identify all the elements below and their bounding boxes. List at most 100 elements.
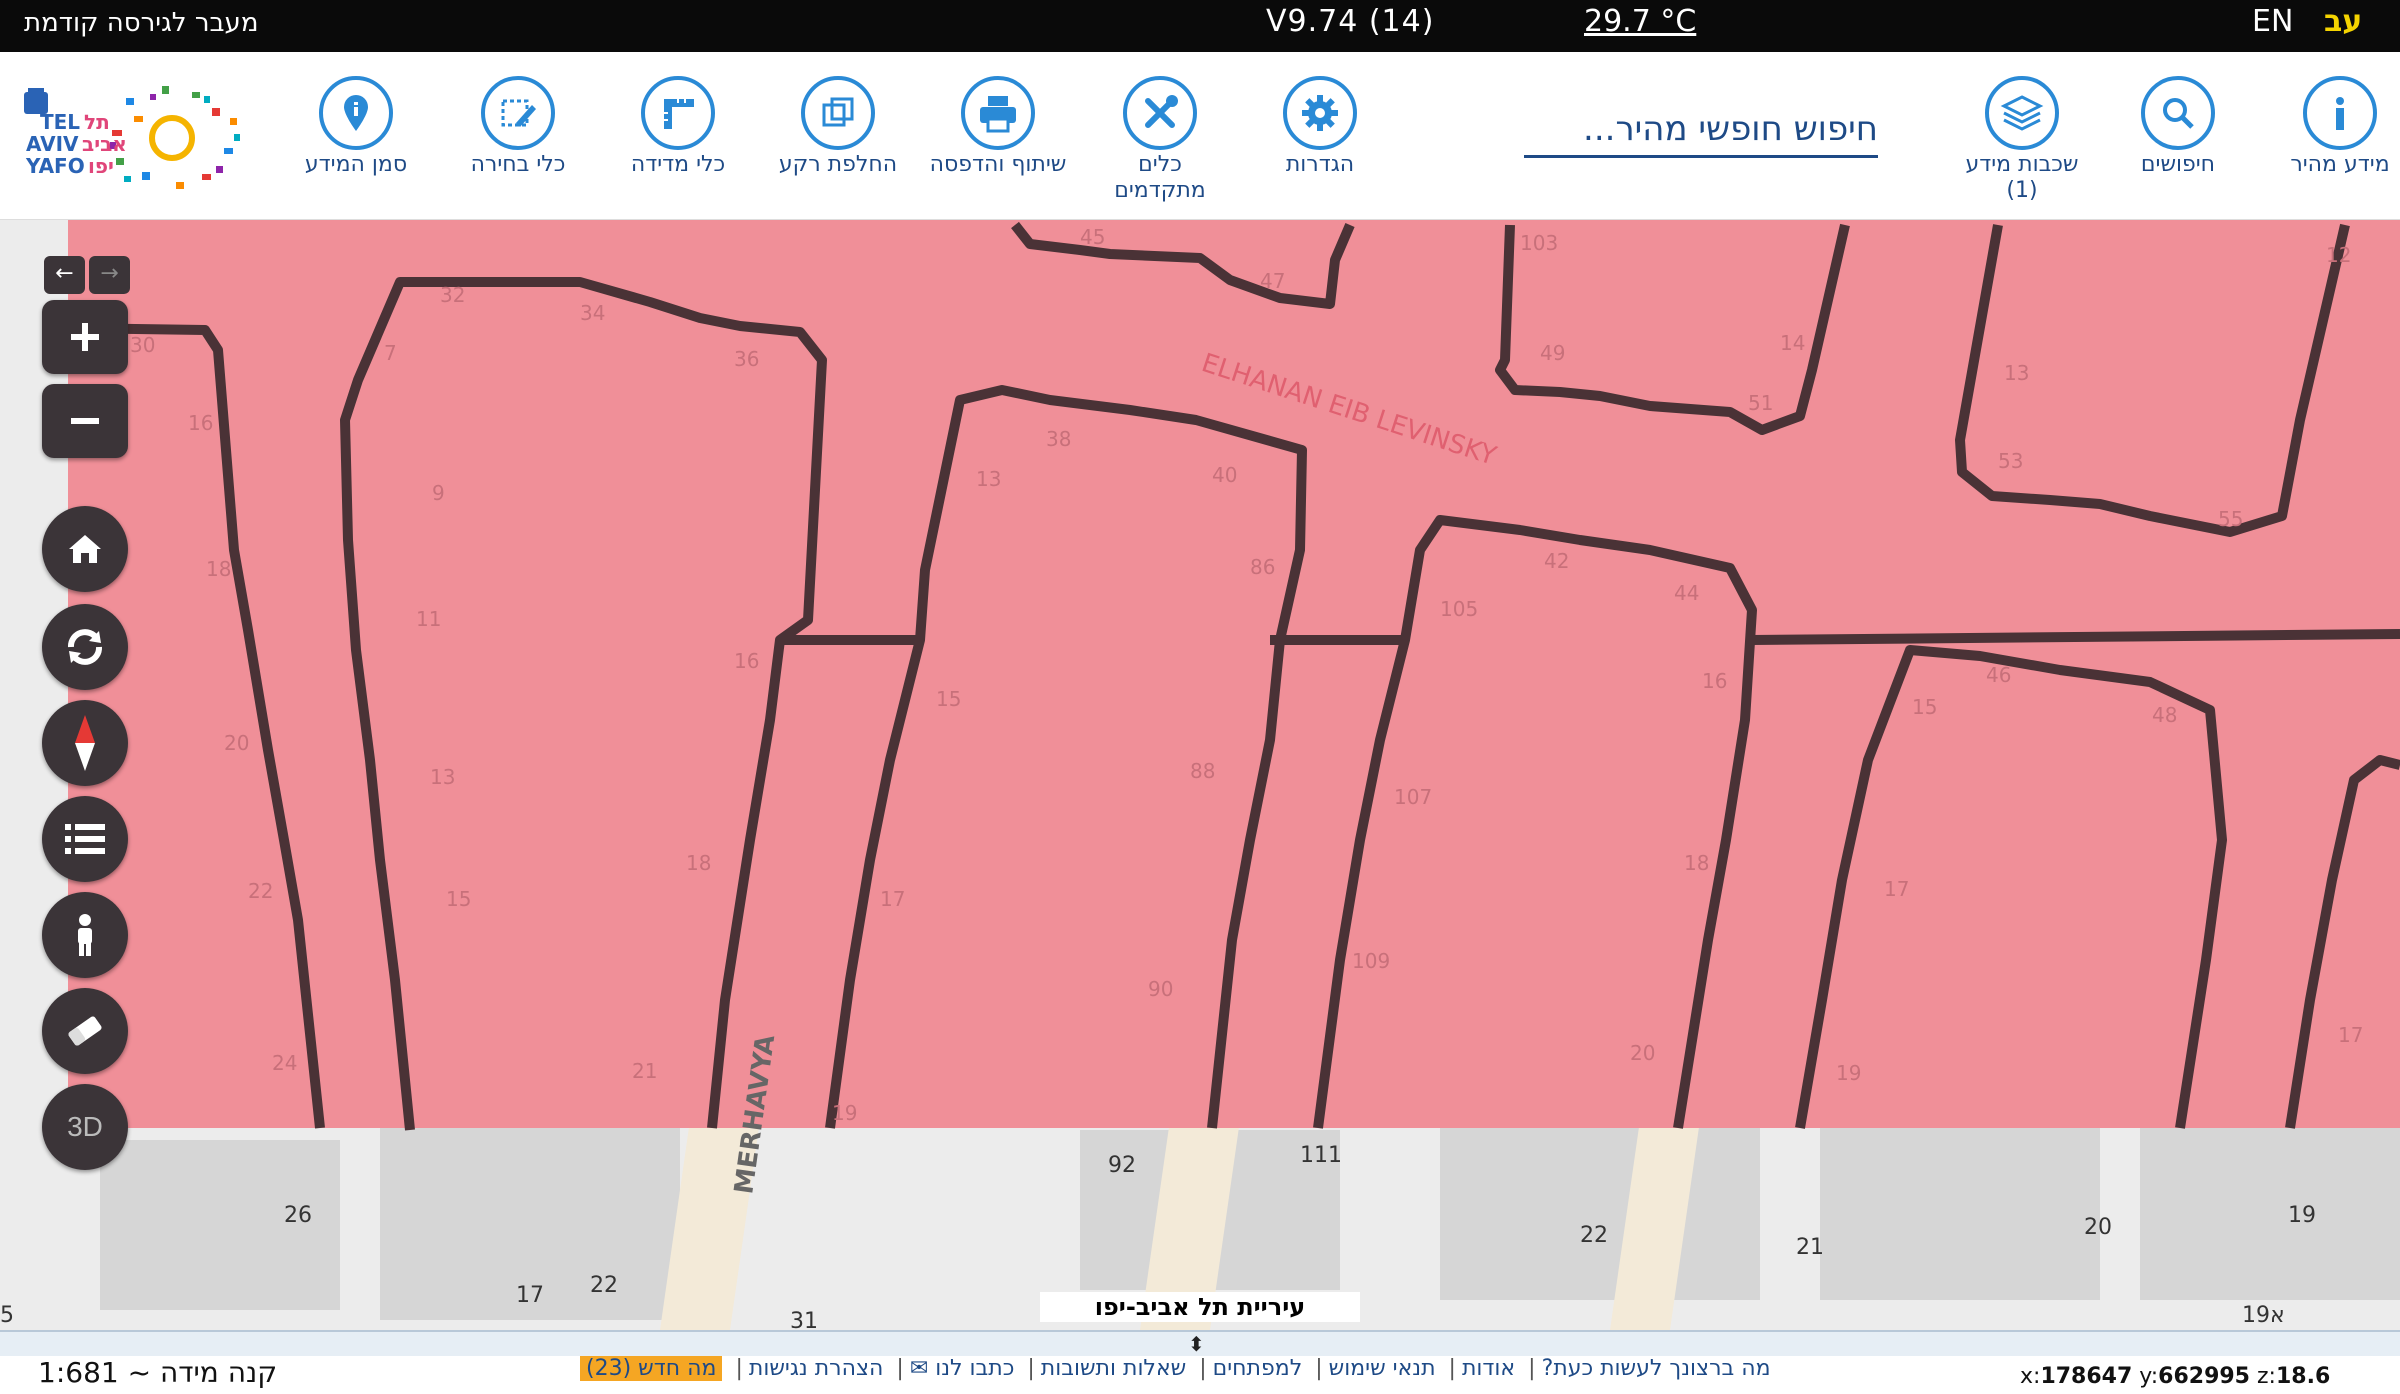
- parcel-number: 38: [1046, 427, 1071, 451]
- footer-separator: |: [735, 1356, 743, 1381]
- parcel-number: 107: [1394, 785, 1432, 809]
- language-en-link[interactable]: EN: [2252, 4, 2293, 39]
- quick-search-input[interactable]: [1524, 104, 1878, 154]
- footer-link-contact[interactable]: כתבו לנו ✉: [910, 1356, 1015, 1381]
- footer-separator: |: [1528, 1356, 1536, 1381]
- basemap-icon: [801, 76, 875, 150]
- search-icon: [2141, 76, 2215, 150]
- parcel-number: 40: [1212, 463, 1237, 487]
- footer-separator: |: [1448, 1356, 1456, 1381]
- parcel-number: 12: [2326, 243, 2351, 267]
- coord-z-label: z:: [2257, 1364, 2276, 1389]
- parcel-number: 44: [1674, 581, 1699, 605]
- parcel-number: 20: [224, 731, 249, 755]
- zoom-out-button[interactable]: [42, 384, 128, 458]
- whats-new-badge[interactable]: מה חדש (23): [580, 1356, 723, 1381]
- refresh-icon: [68, 629, 102, 665]
- parcel-number: 15: [1912, 695, 1937, 719]
- base-number: א19: [2242, 1303, 2285, 1328]
- zoom-out-icon: [71, 418, 99, 424]
- logo-text-aviv-he: אביב: [82, 132, 127, 156]
- info-icon: [2303, 76, 2377, 150]
- logo-text-tel-he: תל: [84, 110, 110, 134]
- parcel-number: 13: [2004, 361, 2029, 385]
- footer-link-about[interactable]: אודות: [1462, 1356, 1515, 1381]
- parcel-number: 55: [2218, 507, 2243, 531]
- logo-text-tel: TEL: [40, 110, 81, 134]
- parcel-number: 14: [1780, 331, 1805, 355]
- parcel-number: 105: [1440, 597, 1478, 621]
- parcel-number: 47: [1260, 269, 1285, 293]
- parcel-number: 13: [430, 765, 455, 789]
- settings-label: הגדרות: [1285, 152, 1355, 177]
- basemap-button[interactable]: החלפת רקע: [768, 76, 908, 178]
- tel-aviv-logo[interactable]: TEL תל AVIV אביב YAFO יפו: [22, 78, 250, 196]
- footer-link-accessibility[interactable]: הצהרת נגישות: [749, 1356, 884, 1381]
- zoom-in-button[interactable]: [42, 300, 128, 374]
- footer-link-terms[interactable]: תנאי שימוש: [1329, 1356, 1436, 1381]
- searches-button[interactable]: חיפושים: [2108, 76, 2248, 178]
- coord-x-value: 178647: [2040, 1364, 2133, 1389]
- coord-z-value: 18.6: [2275, 1364, 2331, 1389]
- list-icon: [65, 824, 105, 854]
- footer-separator: |: [1199, 1356, 1207, 1381]
- share-print-button[interactable]: שיתוף והדפסה: [928, 76, 1068, 178]
- previous-version-link[interactable]: מעבר לגירסה קודמת: [24, 8, 258, 38]
- parcel-number: 24: [272, 1051, 297, 1075]
- street-view-icon: [78, 914, 92, 956]
- footer-link-developers[interactable]: למפתחים: [1213, 1356, 1303, 1381]
- eraser-button[interactable]: [42, 988, 128, 1074]
- footer-link-faq[interactable]: שאלות ותשובות: [1041, 1356, 1186, 1381]
- parcel-number: 15: [446, 887, 471, 911]
- quick-search-field[interactable]: [1524, 104, 1878, 158]
- coord-y-label: y:: [2139, 1364, 2159, 1389]
- forward-arrow-icon[interactable]: →: [89, 256, 130, 294]
- street-view-button[interactable]: [42, 892, 128, 978]
- parcel-number: 17: [880, 887, 905, 911]
- back-arrow-icon[interactable]: ←: [44, 256, 85, 294]
- language-he-link[interactable]: עב: [2324, 4, 2362, 39]
- base-number: 19: [2288, 1203, 2316, 1228]
- temperature-link[interactable]: 29.7 °C: [1584, 4, 1696, 39]
- parcel-number: 90: [1148, 977, 1173, 1001]
- extent-nav-arrows: ← →: [44, 256, 130, 294]
- settings-button[interactable]: הגדרות: [1250, 76, 1390, 178]
- base-number: 111: [1300, 1143, 1342, 1168]
- parcel-number: 18: [206, 557, 231, 581]
- parcel-number: 13: [976, 467, 1001, 491]
- parcel-number: 22: [248, 879, 273, 903]
- 3d-label: 3D: [67, 1111, 103, 1142]
- quick-info-button[interactable]: מידע מהיר: [2270, 76, 2400, 178]
- map-svg: ELHANAN EIB LEVINSKY MERHAVYA 45 47 103 …: [0, 220, 2400, 1330]
- footer-separator: |: [1315, 1356, 1323, 1381]
- parcel-number: 48: [2152, 703, 2177, 727]
- parcel-number: 7: [384, 341, 397, 365]
- base-number: 31: [790, 1309, 818, 1330]
- bottom-bar: קנה מידה ~ 1:681 מה ברצונך לעשות כעת?| א…: [0, 1356, 2400, 1394]
- parcel-number: 16: [188, 411, 213, 435]
- refresh-button[interactable]: [42, 604, 128, 690]
- advanced-tools-button[interactable]: כלים מתקדמים: [1090, 76, 1230, 204]
- select-icon: [481, 76, 555, 150]
- footer-link-what-to-do[interactable]: מה ברצונך לעשות כעת?: [1542, 1356, 1771, 1381]
- measure-button[interactable]: כלי מדידה: [608, 76, 748, 178]
- pin-icon: [319, 76, 393, 150]
- compass-button[interactable]: [42, 700, 128, 786]
- info-marker-button[interactable]: סמן המידע: [286, 76, 426, 178]
- layers-button[interactable]: שכבות מידע (1): [1952, 76, 2092, 204]
- parcel-number: 88: [1190, 759, 1215, 783]
- parcel-number: 51: [1748, 391, 1773, 415]
- parcel-number: 20: [1630, 1041, 1655, 1065]
- legend-list-button[interactable]: [42, 796, 128, 882]
- main-toolbar: TEL תל AVIV אביב YAFO יפו מידע מהיר חיפו…: [0, 52, 2400, 220]
- selection-button[interactable]: כלי בחירה: [448, 76, 588, 178]
- home-button[interactable]: [42, 506, 128, 592]
- parcel-number: 18: [686, 851, 711, 875]
- bottom-panel-toggle[interactable]: ⬍: [0, 1330, 2400, 1356]
- coord-y-value: 662995: [2158, 1364, 2250, 1389]
- logo-text-yafo-he: יפו: [88, 154, 114, 178]
- coordinates-readout: x:178647 y:662995 z:18.6: [2020, 1364, 2330, 1389]
- parcel-number: 18: [1684, 851, 1709, 875]
- map-canvas[interactable]: ELHANAN EIB LEVINSKY MERHAVYA 45 47 103 …: [0, 220, 2400, 1330]
- 3d-view-button[interactable]: 3D: [42, 1084, 128, 1170]
